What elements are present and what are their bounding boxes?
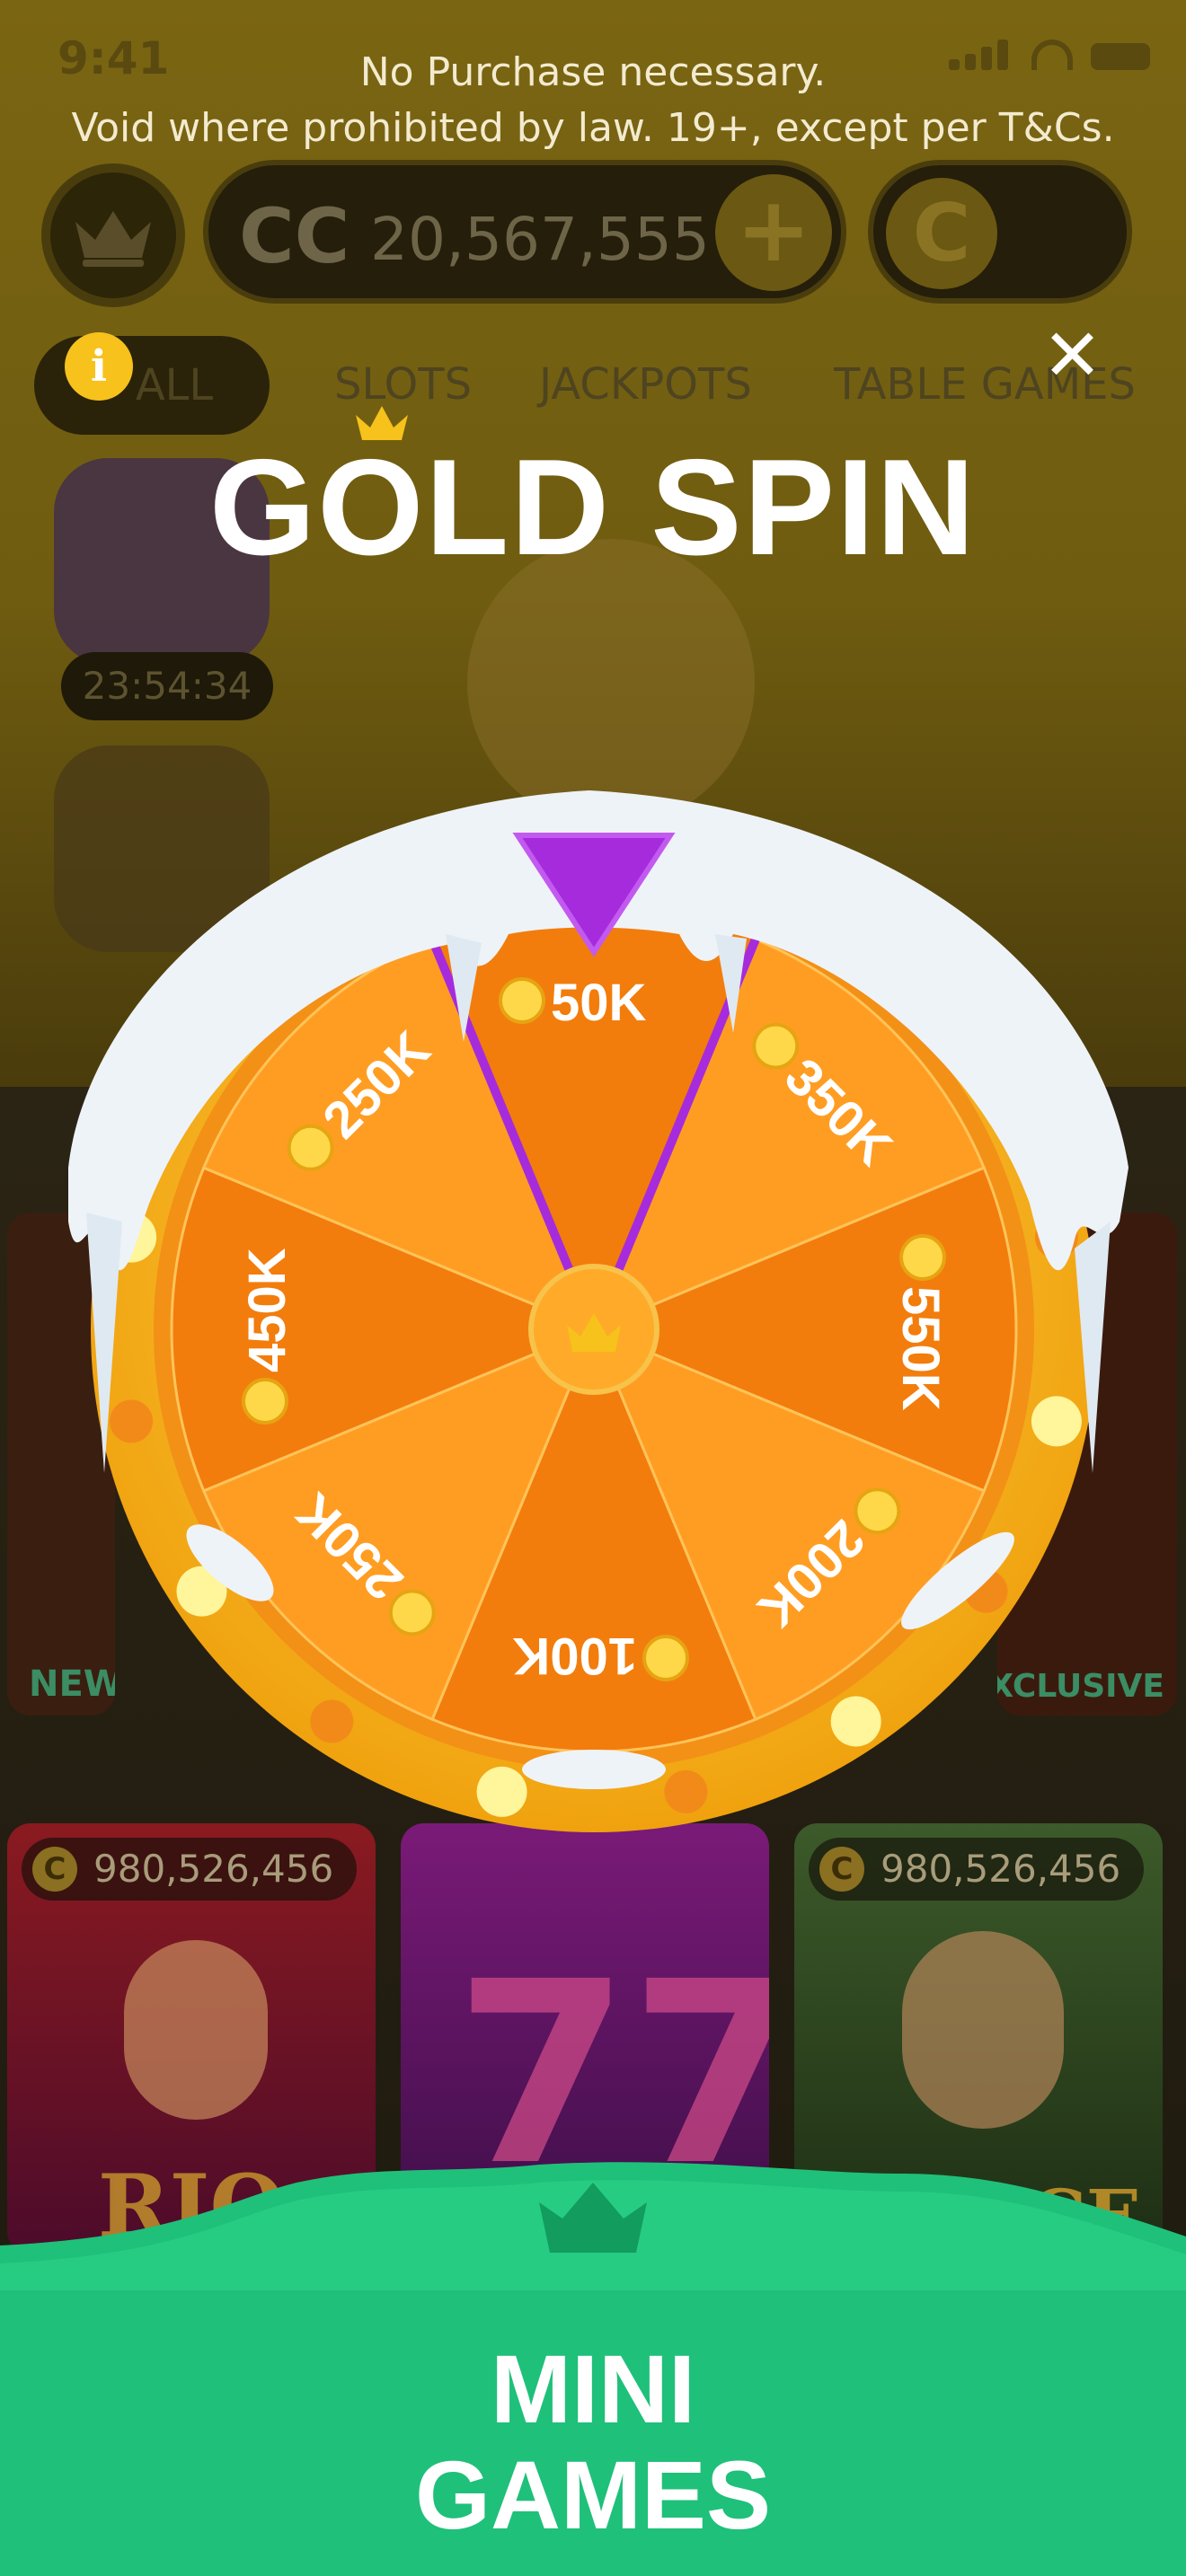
c-balance[interactable]: C [868,160,1132,304]
crown-icon [75,211,151,267]
add-coins-button[interactable]: + [715,174,832,291]
rim-light [476,1766,527,1817]
coin-icon [242,1378,288,1425]
wheel-prize-value: 100K [512,1627,637,1685]
snow-patch [522,1750,666,1789]
c-coin-icon: C [886,178,997,289]
disclaimer-line-1: No Purchase necessary. [359,49,827,95]
coin-icon [499,977,545,1024]
prize-wheel[interactable]: 50K350K550K200K100K250K450K250K [50,665,1137,1877]
coin-icon [899,1234,946,1281]
crown-icon [356,406,408,440]
cc-balance: CC 20,567,555 + [203,160,846,304]
cc-label: CC [239,192,350,280]
rim-light [830,1696,881,1747]
rim-light [664,1769,708,1813]
wheel-segment-label: 550K [891,1234,950,1411]
coin-icon [642,1635,689,1681]
mini-games-line-1: MINI [491,2334,695,2443]
mini-games-line-2: GAMES [414,2440,772,2549]
info-icon[interactable]: i [65,332,133,401]
rio-character-art [124,1940,268,2120]
disclaimer-line-2: Void where prohibited by law. 19+, excep… [71,105,1115,151]
wheel-segment-label: 450K [238,1248,296,1425]
rim-light [1031,1396,1082,1447]
rim-light [310,1699,354,1743]
gold-spin-title: GOLD SPIN [208,431,978,584]
rim-light [110,1399,154,1443]
wheel-prize-value: 450K [238,1248,296,1372]
prince-character-art [902,1931,1064,2129]
wheel-prize-value: 50K [551,974,647,1032]
close-button[interactable]: ✕ [1042,320,1102,392]
wheel-segment-label: 100K [512,1627,689,1685]
tab-jackpots[interactable]: JACKPOTS [539,359,752,410]
wheel-prize-value: 550K [891,1286,950,1411]
disclaimer: No Purchase necessary. Void where prohib… [0,45,1186,156]
vip-crown-button[interactable] [41,163,185,307]
cc-value: 20,567,555 [370,205,710,274]
wheel-segment-label: 50K [499,974,647,1032]
